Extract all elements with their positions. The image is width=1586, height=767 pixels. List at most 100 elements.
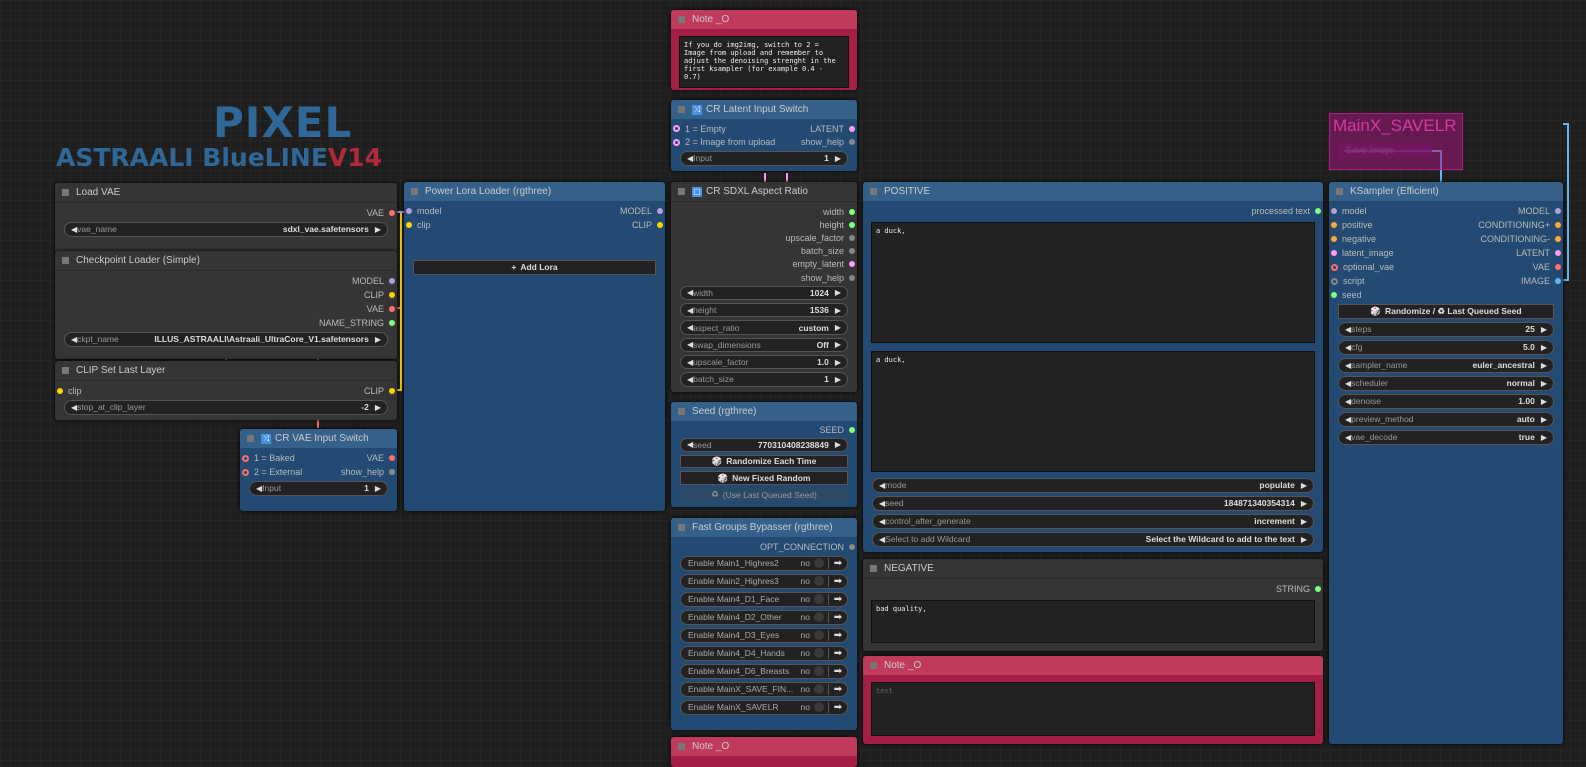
input-dot-icon[interactable] bbox=[673, 125, 680, 133]
increment-arrow-icon[interactable]: ▶ bbox=[1541, 343, 1547, 352]
widget-steps[interactable]: ◀ steps 25 ▶ bbox=[1338, 321, 1554, 337]
toggle-switch[interactable] bbox=[814, 558, 824, 568]
output-slot[interactable]: CLIP bbox=[364, 386, 395, 396]
node-note2[interactable]: Note _O text bbox=[863, 656, 1323, 744]
output-slot[interactable]: show_help bbox=[801, 137, 855, 147]
widget-value[interactable]: -2 bbox=[361, 402, 369, 412]
widget-ckpt-name[interactable]: ◀ ckpt_name ILLUS_ASTRAALI\Astraali_Ultra… bbox=[64, 331, 388, 347]
output-slot[interactable]: IMAGE bbox=[1521, 276, 1561, 286]
group-toggle[interactable]: Enable Main4_D3_Eyes no ➡ bbox=[680, 627, 848, 643]
node-title-bar[interactable]: Power Lora Loader (rgthree) bbox=[404, 182, 665, 201]
navigate-arrow-icon[interactable]: ➡ bbox=[828, 683, 847, 695]
group-toggle[interactable]: Enable Main4_D6_Breasts no ➡ bbox=[680, 663, 848, 679]
widget-height[interactable]: ◀ height 1536 ▶ bbox=[680, 303, 848, 318]
output-slot[interactable]: empty_latent bbox=[792, 259, 855, 269]
collapse-toggle-icon[interactable] bbox=[678, 106, 685, 113]
widget-seed[interactable]: ◀ seed 770310408238849 ▶ bbox=[680, 438, 848, 452]
node-title-bar[interactable]: ⤨ CR VAE Input Switch bbox=[240, 429, 397, 448]
widget-value[interactable]: euler_ancestral bbox=[1472, 360, 1534, 370]
input-slot[interactable]: seed bbox=[1331, 290, 1362, 300]
widget-value[interactable]: 770310408238849 bbox=[758, 440, 829, 450]
toggle-switch[interactable] bbox=[814, 684, 824, 694]
collapse-toggle-icon[interactable] bbox=[870, 662, 877, 669]
output-slot[interactable]: STRING bbox=[1276, 584, 1321, 594]
input-slot[interactable]: 1 = Baked bbox=[242, 453, 295, 463]
navigate-arrow-icon[interactable]: ➡ bbox=[828, 701, 847, 713]
collapse-toggle-icon[interactable] bbox=[411, 188, 418, 195]
widget-cfg[interactable]: ◀ cfg 5.0 ▶ bbox=[1338, 339, 1554, 355]
output-slot[interactable]: SEED bbox=[819, 425, 855, 435]
node-title-bar[interactable]: Note _O bbox=[863, 656, 1323, 675]
input-slot[interactable]: optional_vae bbox=[1331, 262, 1394, 272]
input-dot-icon[interactable] bbox=[1331, 222, 1337, 228]
increment-arrow-icon[interactable]: ▶ bbox=[835, 306, 841, 315]
toggle-switch[interactable] bbox=[814, 594, 824, 604]
collapse-toggle-icon[interactable] bbox=[870, 188, 877, 195]
output-dot-icon[interactable] bbox=[849, 248, 855, 255]
output-dot-icon[interactable] bbox=[849, 235, 855, 242]
text-area[interactable]: a duck, bbox=[871, 351, 1315, 472]
input-dot-icon[interactable] bbox=[1331, 236, 1337, 242]
output-slot[interactable]: batch_size bbox=[801, 246, 855, 256]
output-dot-icon[interactable] bbox=[1555, 222, 1561, 228]
input-dot-icon[interactable] bbox=[1331, 250, 1337, 256]
widget-value[interactable]: 1536 bbox=[810, 305, 829, 315]
node-title-bar[interactable]: ⤨ CR Latent Input Switch bbox=[671, 100, 857, 119]
widget-value[interactable]: populate bbox=[1259, 480, 1294, 490]
widget-value[interactable]: true bbox=[1519, 432, 1535, 442]
group-toggle[interactable]: Enable MainX_SAVELR no ➡ bbox=[680, 699, 848, 715]
widget-value[interactable]: 25 bbox=[1525, 324, 1534, 334]
input-slot[interactable]: 2 = External bbox=[242, 467, 302, 477]
collapse-toggle-icon[interactable] bbox=[1336, 188, 1343, 195]
widget-value[interactable]: ILLUS_ASTRAALI\Astraali_UltraCore_V1.saf… bbox=[154, 334, 368, 344]
increment-arrow-icon[interactable]: ▶ bbox=[835, 358, 841, 367]
increment-arrow-icon[interactable]: ▶ bbox=[1541, 379, 1547, 388]
widget-value[interactable]: 1024 bbox=[810, 288, 829, 298]
widget-swap-dimensions[interactable]: ◀ swap_dimensions Off ▶ bbox=[680, 337, 848, 352]
input-slot[interactable]: clip bbox=[406, 220, 431, 230]
node-title-bar[interactable]: Note _O bbox=[671, 737, 857, 756]
output-slot[interactable]: height bbox=[819, 220, 855, 230]
widget-value[interactable]: 5.0 bbox=[1523, 342, 1535, 352]
widget-select-to-add-wildcard[interactable]: ◀ Select to add Wildcard Select the Wildc… bbox=[872, 531, 1314, 547]
output-dot-icon[interactable] bbox=[389, 320, 395, 326]
increment-arrow-icon[interactable]: ▶ bbox=[1541, 397, 1547, 406]
node-lora[interactable]: Power Lora Loader (rgthree) model MODEL cli… bbox=[404, 182, 665, 511]
increment-arrow-icon[interactable]: ▶ bbox=[835, 288, 841, 297]
navigate-arrow-icon[interactable]: ➡ bbox=[828, 593, 847, 605]
output-dot-icon[interactable] bbox=[1555, 278, 1561, 284]
input-slot[interactable]: negative bbox=[1331, 234, 1376, 244]
node-title-bar[interactable]: Note _O bbox=[671, 10, 857, 29]
widget-value[interactable]: custom bbox=[799, 323, 829, 333]
output-dot-icon[interactable] bbox=[849, 125, 855, 132]
group-toggle[interactable]: Enable Main2_Highres3 no ➡ bbox=[680, 573, 848, 589]
text-area[interactable]: If you do img2img, switch to 2 = Image f… bbox=[679, 36, 849, 88]
node-vae-switch[interactable]: ⤨ CR VAE Input Switch 1 = Baked VAE 2 = Exte… bbox=[240, 429, 397, 511]
output-dot-icon[interactable] bbox=[1315, 586, 1321, 592]
button-add-lora[interactable]: + Add Lora bbox=[413, 259, 656, 275]
output-slot[interactable]: VAE bbox=[367, 208, 395, 218]
widget-value[interactable]: increment bbox=[1254, 516, 1295, 526]
input-dot-icon[interactable] bbox=[1331, 263, 1338, 271]
input-dot-icon[interactable] bbox=[1331, 292, 1337, 298]
widget-vae-decode[interactable]: ◀ vae_decode true ▶ bbox=[1338, 429, 1554, 445]
toggle-switch[interactable] bbox=[814, 576, 824, 586]
text-area[interactable]: a duck, bbox=[871, 222, 1315, 343]
group-toggle[interactable]: Enable Main4_D2_Other no ➡ bbox=[680, 609, 848, 625]
output-slot[interactable]: CONDITIONING- bbox=[1481, 234, 1561, 244]
collapse-toggle-icon[interactable] bbox=[678, 524, 685, 531]
node-note3[interactable]: Note _O bbox=[671, 737, 857, 767]
output-slot[interactable]: LATENT bbox=[810, 124, 855, 134]
output-slot[interactable]: LATENT bbox=[1516, 248, 1561, 258]
increment-arrow-icon[interactable]: ▶ bbox=[1301, 517, 1307, 526]
increment-arrow-icon[interactable]: ▶ bbox=[835, 340, 841, 349]
input-slot[interactable]: positive bbox=[1331, 220, 1373, 230]
increment-arrow-icon[interactable]: ▶ bbox=[1541, 361, 1547, 370]
output-dot-icon[interactable] bbox=[849, 221, 855, 228]
toggle-switch[interactable] bbox=[814, 630, 824, 640]
widget-scheduler[interactable]: ◀ scheduler normal ▶ bbox=[1338, 375, 1554, 391]
node-title-bar[interactable]: Checkpoint Loader (Simple) bbox=[55, 251, 397, 271]
widget-value[interactable]: auto bbox=[1517, 414, 1535, 424]
collapse-toggle-icon[interactable] bbox=[62, 367, 69, 374]
widget-upscale-factor[interactable]: ◀ upscale_factor 1.0 ▶ bbox=[680, 354, 848, 370]
